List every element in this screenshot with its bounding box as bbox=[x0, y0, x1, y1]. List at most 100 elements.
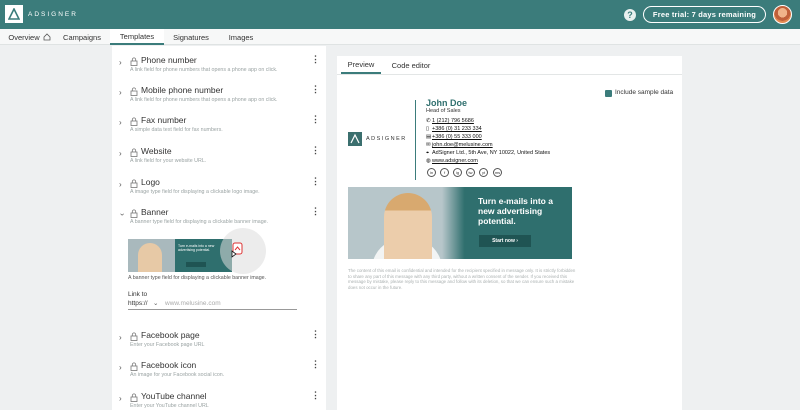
signature-logo-text: ADSIGNER bbox=[366, 136, 407, 142]
twitter-icon[interactable]: tw bbox=[466, 168, 475, 177]
lock-icon bbox=[130, 332, 138, 341]
chevron-down-icon[interactable]: › bbox=[118, 213, 127, 216]
banner-thumbnail[interactable]: Turn e-mails into a new advertising pote… bbox=[128, 239, 232, 272]
field-description: A link field for phone numbers that open… bbox=[130, 67, 278, 73]
signature-logo-icon[interactable] bbox=[348, 132, 362, 146]
banner-url-input[interactable]: www.melusine.com bbox=[165, 300, 221, 307]
field-description: Enter your YouTube channel URL bbox=[130, 403, 209, 409]
more-options-icon[interactable]: ⋮ bbox=[311, 85, 320, 94]
tab-overview[interactable]: Overview bbox=[0, 29, 55, 45]
field-title: Banner bbox=[141, 207, 169, 217]
lock-icon bbox=[130, 117, 138, 126]
signature-role: Head of Sales bbox=[426, 108, 461, 114]
more-options-icon[interactable]: ⋮ bbox=[311, 391, 320, 400]
signature-mobile[interactable]: ▯ +386 (0) 31 233 334 bbox=[426, 126, 482, 132]
signature-preview-panel: Preview Code editor Include sample data … bbox=[337, 56, 682, 410]
more-options-icon[interactable]: ⋮ bbox=[311, 115, 320, 124]
include-sample-label: Include sample data bbox=[615, 89, 674, 96]
banner-person-image bbox=[138, 243, 162, 272]
field-description: A link field for phone numbers that open… bbox=[130, 97, 278, 103]
more-options-icon[interactable]: ⋮ bbox=[311, 360, 320, 369]
signature-fax[interactable]: ▤+386 (0) 55 333 000 bbox=[426, 134, 482, 140]
main-nav: Overview Campaigns Templates Signatures … bbox=[0, 29, 800, 45]
fax-value: +386 (0) 55 333 000 bbox=[432, 134, 482, 140]
banner-person-image bbox=[384, 193, 432, 259]
brand-logo[interactable]: ADSIGNER bbox=[5, 5, 78, 23]
lock-icon bbox=[130, 57, 138, 66]
field-title: Phone number bbox=[141, 55, 197, 65]
chevron-down-icon[interactable]: ⌄ bbox=[153, 299, 158, 307]
tab-campaigns[interactable]: Campaigns bbox=[57, 29, 107, 45]
more-options-icon[interactable]: ⋮ bbox=[311, 330, 320, 339]
field-description: An image for your Facebook social icon. bbox=[130, 372, 225, 378]
signature-website[interactable]: ◍www.adsigner.com bbox=[426, 158, 478, 164]
field-description: A banner type field for displaying a cli… bbox=[130, 219, 269, 225]
more-options-icon[interactable]: ⋮ bbox=[311, 146, 320, 155]
unlock-icon bbox=[130, 87, 138, 96]
facebook-icon[interactable]: f bbox=[440, 168, 449, 177]
chevron-right-icon[interactable]: › bbox=[119, 118, 122, 127]
field-title: Facebook page bbox=[141, 330, 200, 340]
user-avatar[interactable] bbox=[773, 5, 792, 24]
upload-image-icon[interactable] bbox=[230, 242, 244, 258]
more-options-icon[interactable]: ⋮ bbox=[311, 55, 320, 64]
lock-icon bbox=[130, 209, 138, 218]
instagram-icon[interactable]: ig bbox=[453, 168, 462, 177]
field-title: Website bbox=[141, 146, 172, 156]
website-value: www.adsigner.com bbox=[432, 158, 478, 164]
banner-caption: A banner type field for displaying a cli… bbox=[128, 275, 267, 281]
chevron-right-icon[interactable]: › bbox=[119, 58, 122, 67]
tab-templates[interactable]: Templates bbox=[110, 29, 164, 45]
signature-divider bbox=[415, 100, 416, 180]
field-title: YouTube channel bbox=[141, 391, 207, 401]
tab-signatures[interactable]: Signatures bbox=[167, 29, 215, 45]
signature-phone[interactable]: ✆1 (212) 796 5686 bbox=[426, 118, 474, 124]
top-bar: ADSIGNER ? Free trial: 7 days remaining bbox=[0, 0, 800, 29]
banner-cta-button[interactable]: Start now › bbox=[479, 235, 531, 247]
linkedin-icon[interactable]: in bbox=[427, 168, 436, 177]
youtube-icon[interactable]: yt bbox=[479, 168, 488, 177]
link-to-label: Link to bbox=[128, 291, 148, 298]
tab-images[interactable]: Images bbox=[223, 29, 259, 45]
lock-icon bbox=[130, 393, 138, 402]
protocol-select[interactable]: https:// bbox=[128, 300, 148, 307]
template-fields-panel: › Phone number A link field for phone nu… bbox=[112, 46, 326, 410]
tab-label: Overview bbox=[8, 32, 40, 42]
help-icon[interactable]: ? bbox=[624, 9, 636, 21]
chevron-right-icon[interactable]: › bbox=[119, 394, 122, 403]
chevron-right-icon[interactable]: › bbox=[119, 88, 122, 97]
field-description: A simple data text field for fax numbers… bbox=[130, 127, 223, 133]
include-sample-checkbox[interactable] bbox=[605, 90, 612, 102]
brand-name: ADSIGNER bbox=[28, 10, 78, 18]
calendar-icon[interactable]: ms bbox=[493, 168, 502, 177]
signature-name: John Doe bbox=[426, 98, 468, 108]
more-options-icon[interactable]: ⋮ bbox=[311, 207, 320, 216]
email-value: john.doe@melusine.com bbox=[432, 142, 493, 148]
banner-headline: Turn e-mails into a new advertising pote… bbox=[478, 196, 553, 226]
home-icon bbox=[43, 33, 51, 41]
email-disclaimer: The content of this email is confidentia… bbox=[348, 268, 576, 290]
field-description: Enter your Facebook page URL bbox=[130, 342, 205, 348]
signature-banner[interactable]: Turn e-mails into a new advertising pote… bbox=[348, 187, 572, 259]
chevron-right-icon[interactable]: › bbox=[119, 149, 122, 158]
tab-preview[interactable]: Preview bbox=[341, 56, 381, 74]
field-description: A link field for your website URL. bbox=[130, 158, 207, 164]
free-trial-button[interactable]: Free trial: 7 days remaining bbox=[643, 6, 766, 23]
field-title: Facebook icon bbox=[141, 360, 197, 370]
input-underline bbox=[128, 309, 297, 310]
field-description: A image type field for displaying a clic… bbox=[130, 189, 260, 195]
lock-icon bbox=[130, 179, 138, 188]
tab-code-editor[interactable]: Code editor bbox=[387, 56, 435, 74]
signature-email[interactable]: ✉john.doe@melusine.com bbox=[426, 142, 493, 148]
lock-icon bbox=[130, 362, 138, 371]
lock-icon bbox=[130, 148, 138, 157]
chevron-right-icon[interactable]: › bbox=[119, 180, 122, 189]
chevron-right-icon[interactable]: › bbox=[119, 363, 122, 372]
mobile-value: +386 (0) 31 233 334 bbox=[432, 126, 482, 132]
chevron-right-icon[interactable]: › bbox=[119, 333, 122, 342]
more-options-icon[interactable]: ⋮ bbox=[311, 177, 320, 186]
signature-address: ⌖ AdSigner Ltd., 5th Ave, NY 10022, Unite… bbox=[426, 150, 550, 157]
banner-thumb-text: Turn e-mails into a new advertising pote… bbox=[178, 244, 215, 252]
tabs-divider bbox=[337, 74, 682, 75]
banner-thumb-button bbox=[186, 262, 206, 267]
